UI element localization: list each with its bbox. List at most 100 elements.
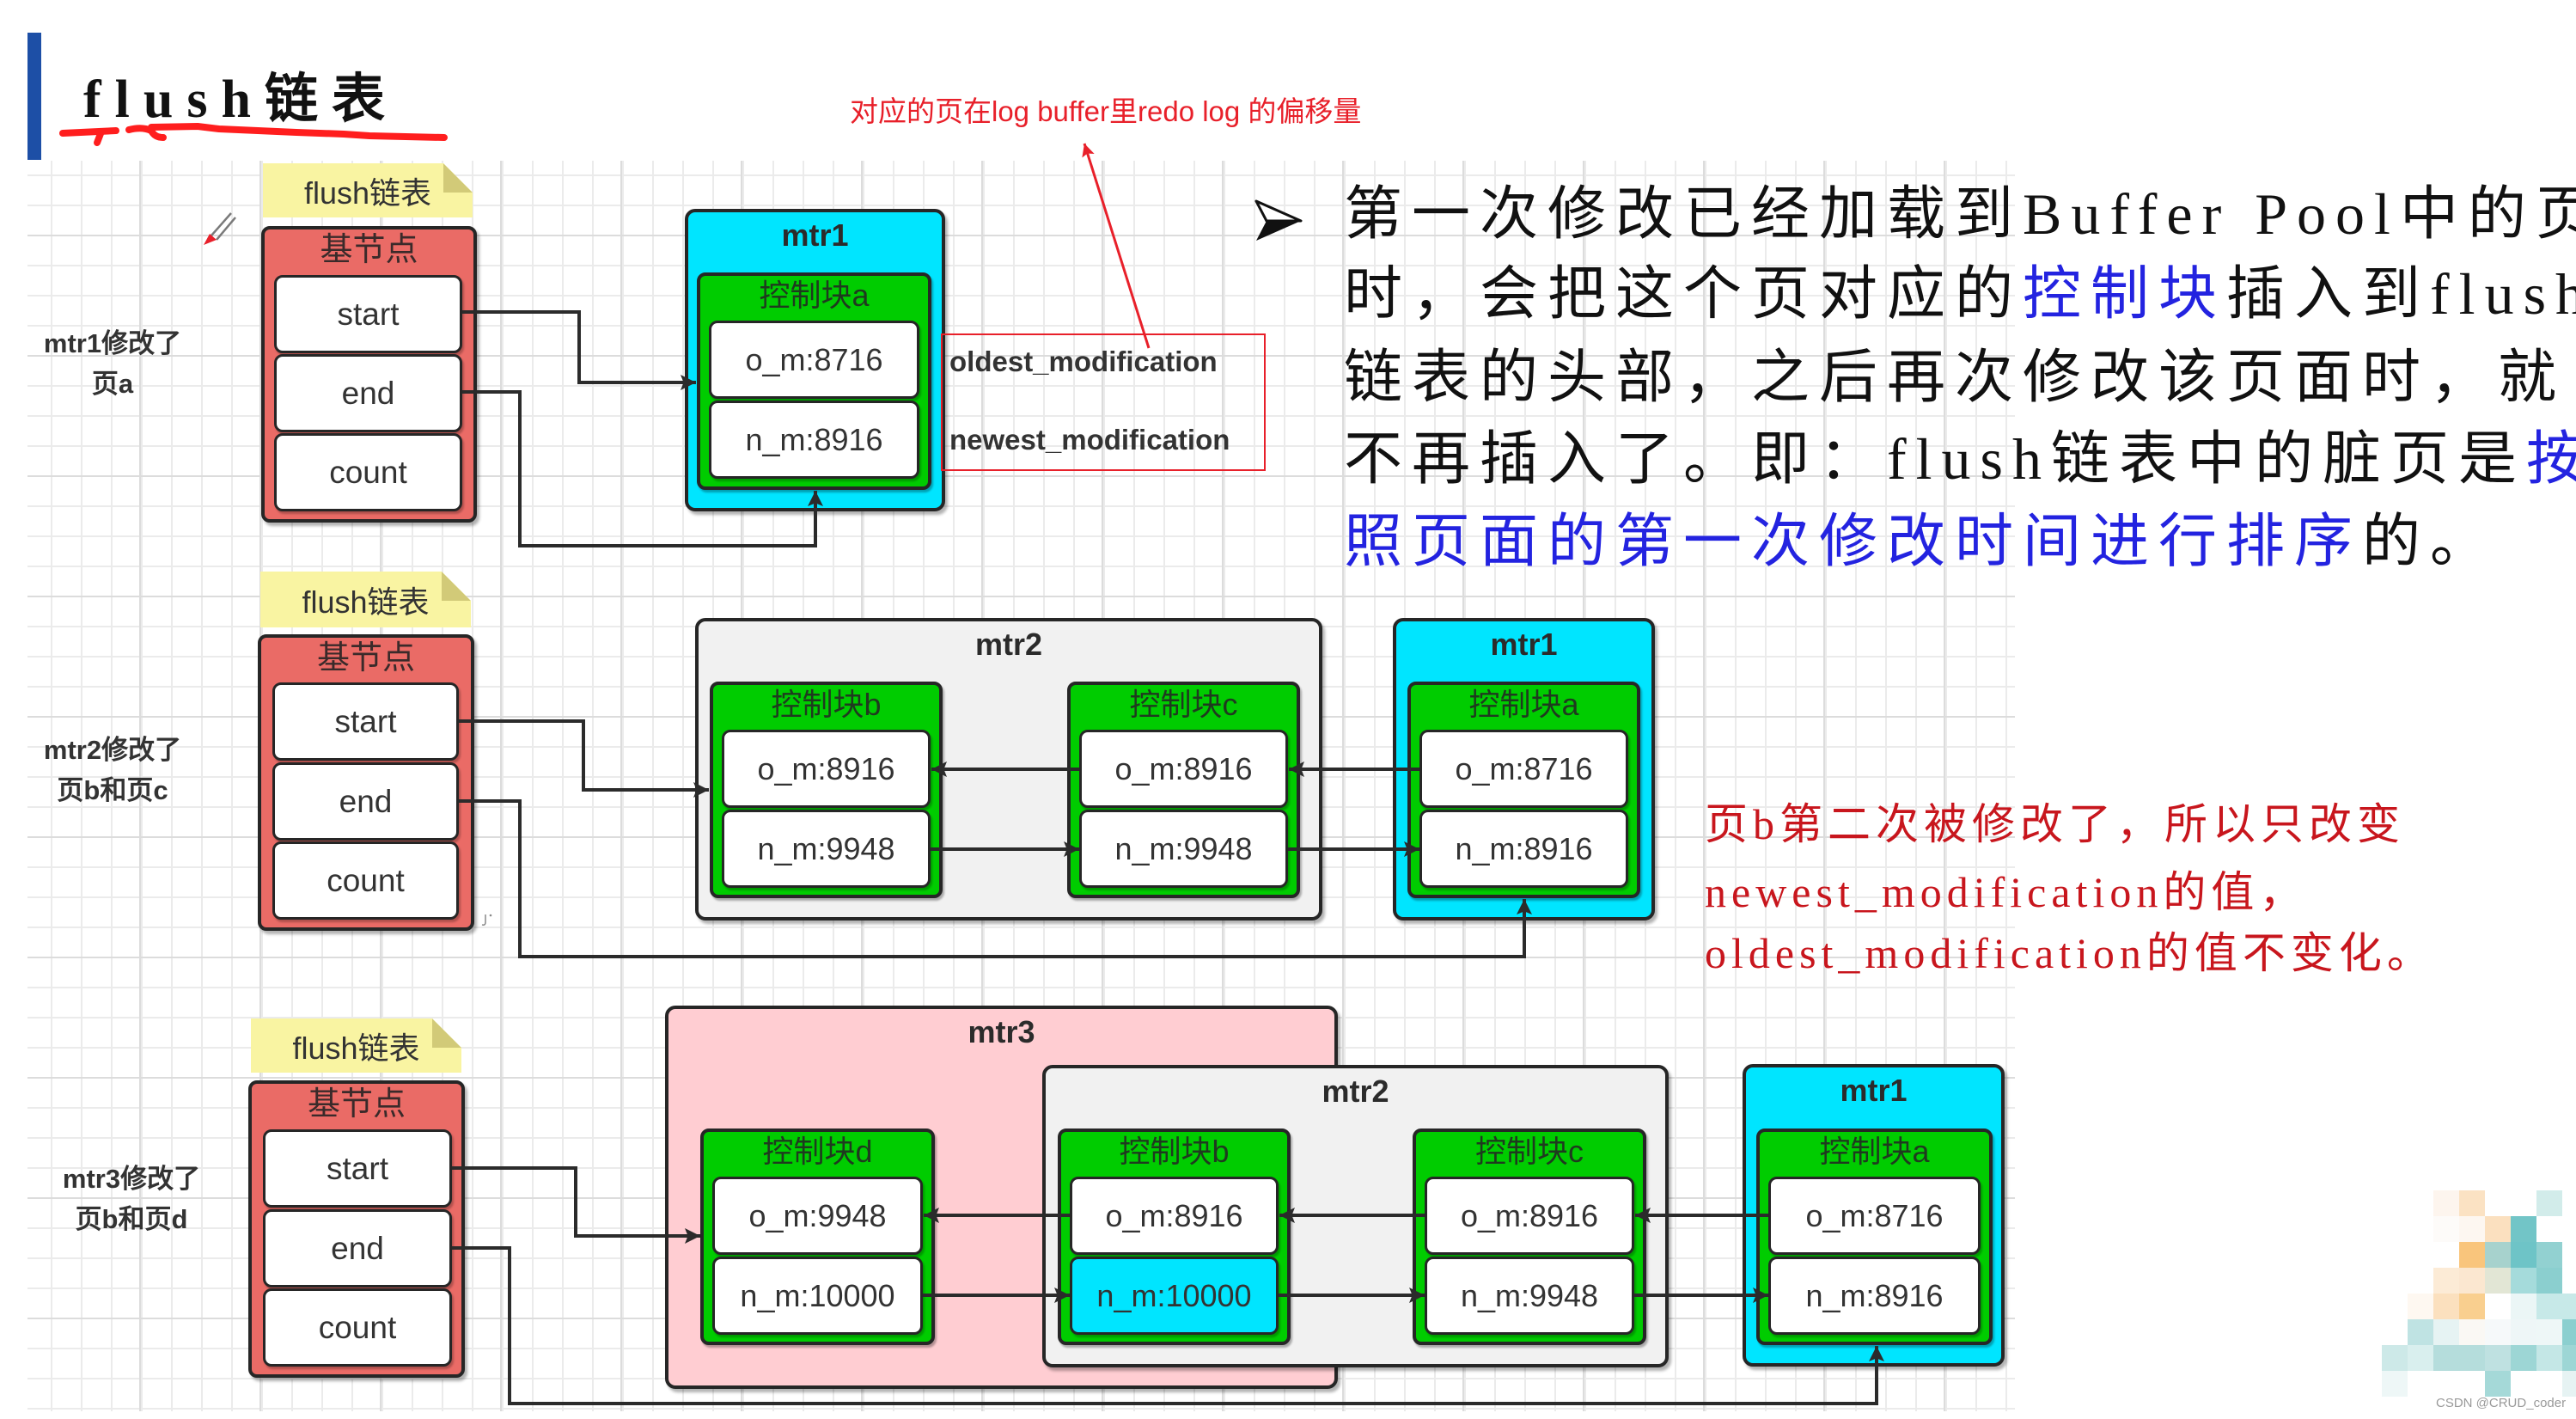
base-field-count: count	[263, 1288, 452, 1367]
oldest-modification-field: o_m:8916	[722, 730, 931, 808]
section-label: mtr2修改了 页b和页c	[27, 730, 198, 810]
control-block-b: 控制块b o_m:8916 n_m:9948	[710, 682, 943, 898]
control-block-b: 控制块b o_m:8916 n_m:10000	[1058, 1128, 1291, 1345]
flush-list-note: flush链表	[251, 1018, 461, 1073]
annotation-text: 对应的页在log buffer里redo log 的偏移量	[850, 95, 1362, 127]
group-title: mtr1	[1490, 627, 1558, 662]
mosaic-pixel	[2382, 1345, 2408, 1371]
base-field-end: end	[272, 762, 459, 841]
mosaic-pixel	[2511, 1268, 2536, 1294]
explanation-line: 第一次修改已经加载到Buffer Pool中的页	[1344, 174, 2576, 255]
control-block-title: 控制块d	[762, 1134, 873, 1169]
explanation-line: 链表的头部，之后再次修改该页面时，就	[1344, 337, 2566, 419]
mosaic-pixel	[2485, 1345, 2511, 1371]
oldest-modification-field: o_m:8916	[1079, 730, 1288, 808]
bullet-arrow-icon	[1254, 199, 1303, 241]
mosaic-pixel	[2511, 1319, 2536, 1345]
control-block-a: 控制块a o_m:8716 n_m:8916	[1756, 1128, 1993, 1345]
mosaic-pixel	[2382, 1371, 2408, 1397]
mosaic-pixel	[2536, 1268, 2562, 1294]
explanation-segment-emphasis: 按	[2526, 426, 2576, 492]
flush-list-note: flush链表	[263, 163, 473, 217]
control-block-title: 控制块c	[1129, 687, 1238, 722]
mosaic-pixel	[2459, 1319, 2485, 1345]
mosaic-pixel	[2485, 1268, 2511, 1294]
newest-modification-field-highlighted: n_m:10000	[1070, 1257, 1279, 1335]
side-note-line: oldest_modification的值不变化。	[1705, 929, 2435, 977]
group-title: mtr3	[968, 1014, 1035, 1049]
base-field-count: count	[272, 841, 459, 920]
base-node: 基节点 start end count	[248, 1080, 465, 1378]
base-node: 基节点 start end count	[261, 226, 477, 523]
section-label: mtr1修改了 页a	[27, 323, 198, 404]
legend-oldest-modification: oldest_modification	[949, 346, 1218, 377]
group-title: mtr2	[974, 627, 1043, 662]
mosaic-pixel	[2562, 1371, 2576, 1397]
note-label: flush链表	[303, 174, 432, 211]
mosaic-pixel	[2459, 1268, 2485, 1294]
watermark-text: CSDN @CRUD_coder	[2436, 1396, 2567, 1410]
newest-modification-field: n_m:9948	[722, 810, 931, 888]
section-label-line: mtr3修改了	[62, 1164, 201, 1194]
control-block-c: 控制块c o_m:8916 n_m:9948	[1067, 682, 1300, 898]
mosaic-pixel	[2408, 1294, 2433, 1319]
mtr-group-mtr2: mtr2 控制块b o_m:8916 n_m:9948 控制块c o_m:891…	[695, 618, 1322, 921]
base-field-count: count	[274, 433, 462, 511]
mosaic-pixel	[2511, 1294, 2536, 1319]
mosaic-pixel	[2536, 1345, 2562, 1371]
control-block-c: 控制块c o_m:8916 n_m:9948	[1413, 1128, 1646, 1345]
control-block-title: 控制块a	[1819, 1134, 1930, 1169]
modification-legend-box: oldest_modification newest_modification	[941, 333, 1266, 471]
pixelated-avatar-image	[2382, 1190, 2576, 1397]
group-title: mtr2	[1322, 1073, 1389, 1109]
section-label-line: 页b和页d	[75, 1204, 188, 1234]
mosaic-pixel	[2511, 1242, 2536, 1268]
mosaic-pixel	[2433, 1294, 2459, 1319]
explanation-segment: 的。	[2362, 509, 2499, 574]
mosaic-pixel	[2485, 1319, 2511, 1345]
section-label-line: 页b和页c	[57, 775, 168, 805]
mtr-group-mtr1: mtr1 控制块a o_m:8716 n_m:8916	[1743, 1064, 2005, 1367]
flush-list-note: flush链表	[260, 572, 471, 627]
mosaic-pixel	[2562, 1294, 2576, 1319]
note-label: flush链表	[292, 1030, 420, 1066]
control-block-title: 控制块b	[1119, 1134, 1230, 1169]
explanation-segment-emphasis: 照页面的第一次修改时间进行排序	[1344, 509, 2363, 574]
mosaic-pixel	[2485, 1242, 2511, 1268]
mosaic-pixel	[2511, 1345, 2536, 1371]
explanation-line: 不再插入了。即：flush链表中的脏页是按	[1344, 419, 2576, 500]
newest-modification-field: n_m:9948	[1079, 810, 1288, 888]
base-node: 基节点 start end count	[258, 634, 474, 931]
mosaic-pixel	[2536, 1190, 2562, 1216]
side-note-line: newest_modification的值，	[1705, 868, 2308, 916]
newest-modification-field: n_m:8916	[1768, 1257, 1981, 1335]
explanation-line: 时，会把这个页对应的控制块插入到flush	[1344, 254, 2576, 335]
mosaic-pixel	[2433, 1268, 2459, 1294]
slide: flush链表 对应的页在log buffer里redo log 的偏移量 第一…	[0, 0, 2576, 1419]
note-label: flush链表	[302, 584, 430, 620]
mosaic-pixel	[2536, 1242, 2562, 1268]
newest-modification-field: n_m:8916	[709, 401, 919, 479]
newest-modification-field: n_m:10000	[712, 1257, 923, 1335]
mosaic-pixel	[2459, 1345, 2485, 1371]
pencil-icon	[204, 212, 236, 245]
control-block-title: 控制块b	[771, 687, 882, 722]
oldest-modification-field: o_m:8716	[1768, 1177, 1981, 1255]
mosaic-pixel	[2536, 1319, 2562, 1345]
mosaic-pixel	[2485, 1216, 2511, 1242]
base-node-title: 基节点	[320, 232, 418, 268]
cursor-mark	[481, 914, 492, 926]
oldest-modification-field: o_m:9948	[712, 1177, 923, 1255]
oldest-modification-field: o_m:8716	[709, 321, 919, 399]
mosaic-pixel	[2459, 1242, 2485, 1268]
explanation-line: 照页面的第一次修改时间进行排序的。	[1344, 501, 2498, 583]
explanation-segment-emphasis: 控制块	[2023, 261, 2227, 327]
base-node-title: 基节点	[307, 1086, 406, 1122]
mosaic-pixel	[2433, 1216, 2459, 1242]
base-field-end: end	[263, 1209, 452, 1287]
group-title: mtr1	[1840, 1073, 1908, 1108]
explanation-segment: 时，会把这个页对应的	[1344, 261, 2024, 327]
explanation-segment: 不再插入了。即：flush链表中的脏页是	[1344, 426, 2527, 492]
side-note-line: 页b第二次被修改了，所以只改变	[1705, 800, 2405, 848]
mosaic-pixel	[2562, 1345, 2576, 1371]
